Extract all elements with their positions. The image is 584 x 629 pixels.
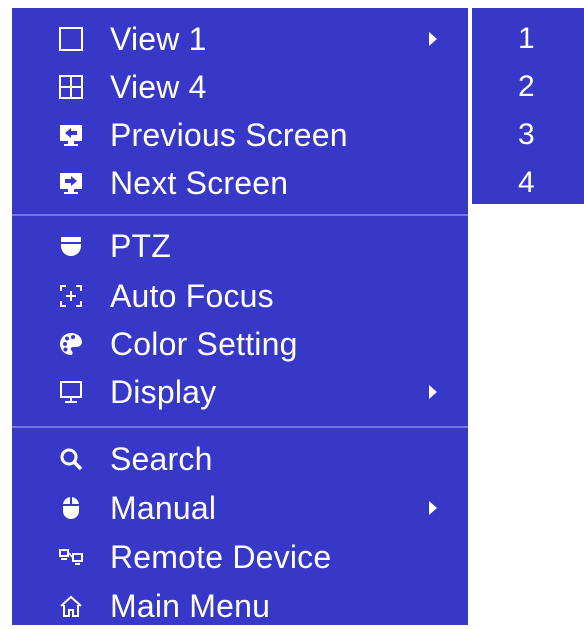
- menu-item-label: Previous Screen: [110, 116, 348, 153]
- view-1-submenu: 1 2 3 4: [472, 8, 584, 204]
- menu-item-search[interactable]: Search: [12, 437, 468, 481]
- menu-item-main-menu[interactable]: Main Menu: [12, 584, 468, 628]
- quad-view-icon: [56, 72, 86, 102]
- menu-item-view-1[interactable]: View 1: [12, 17, 468, 61]
- menu-item-label: PTZ: [110, 227, 172, 264]
- menu-item-label: Search: [110, 440, 213, 477]
- single-view-icon: [56, 24, 86, 54]
- submenu-arrow-icon: [429, 32, 437, 46]
- submenu-item-1[interactable]: 1: [472, 17, 584, 61]
- context-menu: View 1 View 4 Previous Screen Next Scree…: [12, 8, 468, 625]
- palette-icon: [56, 329, 86, 359]
- menu-separator: [12, 214, 468, 216]
- menu-item-remote-device[interactable]: Remote Device: [12, 535, 468, 579]
- menu-item-view-4[interactable]: View 4: [12, 65, 468, 109]
- menu-item-label: Auto Focus: [110, 277, 274, 314]
- menu-separator: [12, 426, 468, 428]
- ptz-camera-icon: [56, 231, 86, 261]
- home-icon: [56, 591, 86, 621]
- submenu-item-3[interactable]: 3: [472, 113, 584, 157]
- menu-item-auto-focus[interactable]: Auto Focus: [12, 274, 468, 318]
- menu-item-label: Main Menu: [110, 587, 271, 624]
- submenu-item-label: 4: [518, 166, 535, 199]
- menu-item-ptz[interactable]: PTZ: [12, 224, 468, 268]
- menu-item-label: Remote Device: [110, 538, 332, 575]
- next-screen-icon: [56, 168, 86, 198]
- submenu-item-label: 1: [518, 22, 535, 55]
- menu-item-label: View 4: [110, 68, 207, 105]
- menu-item-next-screen[interactable]: Next Screen: [12, 161, 468, 205]
- menu-item-manual[interactable]: Manual: [12, 486, 468, 530]
- submenu-item-label: 3: [518, 118, 535, 151]
- submenu-item-4[interactable]: 4: [472, 161, 584, 205]
- auto-focus-icon: [56, 281, 86, 311]
- menu-item-label: Color Setting: [110, 325, 298, 362]
- submenu-item-label: 2: [518, 70, 535, 103]
- menu-item-label: View 1: [110, 20, 207, 57]
- search-icon: [56, 444, 86, 474]
- remote-device-icon: [56, 542, 86, 572]
- menu-item-label: Next Screen: [110, 164, 289, 201]
- previous-screen-icon: [56, 120, 86, 150]
- submenu-arrow-icon: [429, 385, 437, 399]
- menu-item-label: Display: [110, 373, 217, 410]
- submenu-item-2[interactable]: 2: [472, 65, 584, 109]
- menu-item-previous-screen[interactable]: Previous Screen: [12, 113, 468, 157]
- mouse-icon: [56, 493, 86, 523]
- menu-item-display[interactable]: Display: [12, 370, 468, 414]
- menu-item-label: Manual: [110, 489, 217, 526]
- submenu-arrow-icon: [429, 501, 437, 515]
- menu-item-color-setting[interactable]: Color Setting: [12, 322, 468, 366]
- monitor-icon: [56, 377, 86, 407]
